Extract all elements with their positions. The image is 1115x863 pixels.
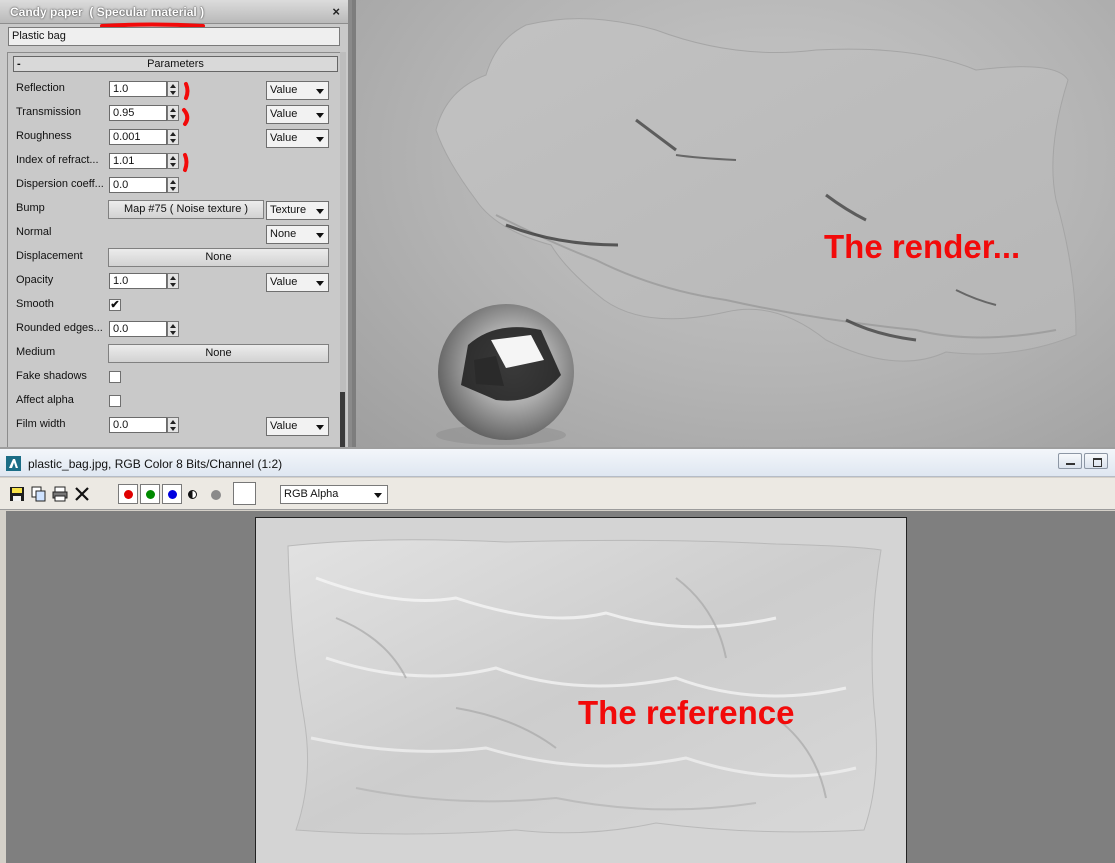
frame-buffer-title-bar[interactable]: plastic_bag.jpg, RGB Color 8 Bits/Channe… (0, 449, 1115, 477)
param-row-smooth: Smooth ✔ (16, 296, 331, 316)
blue-dot-icon (168, 490, 177, 499)
save-icon[interactable] (9, 486, 25, 502)
param-label: Normal (16, 226, 52, 238)
rollout-header[interactable]: - Parameters (13, 56, 338, 72)
param-label: Bump (16, 202, 45, 214)
print-icon[interactable] (52, 486, 68, 502)
bump-mode-select[interactable]: Texture (266, 201, 329, 220)
material-title-bar: Candy paper ( Specular material ) × (0, 0, 348, 28)
film-width-input[interactable]: 0.0 (109, 417, 167, 433)
transmission-input[interactable]: 0.95 (109, 105, 167, 121)
plastic-bag-photo (287, 539, 882, 835)
frame-buffer-canvas[interactable]: The reference (6, 511, 1115, 863)
close-icon[interactable]: × (332, 4, 340, 19)
collapse-icon[interactable]: - (17, 57, 21, 71)
roughness-input[interactable]: 0.001 (109, 129, 167, 145)
film-width-mode-select[interactable]: Value (266, 417, 329, 436)
spinner-icon[interactable] (167, 273, 179, 289)
spinner-icon[interactable] (167, 321, 179, 337)
param-label: Opacity (16, 274, 54, 286)
green-channel-toggle[interactable] (140, 484, 160, 504)
material-type-label: Candy paper (10, 5, 83, 19)
frame-buffer-toolbar: RGB Alpha (0, 478, 1115, 510)
smooth-checkbox[interactable]: ✔ (109, 299, 121, 311)
param-label: Rounded edges... (16, 322, 103, 334)
app-icon (6, 456, 21, 471)
red-channel-toggle[interactable] (118, 484, 138, 504)
copy-icon[interactable] (31, 486, 47, 502)
normal-mode-select[interactable]: None (266, 225, 329, 244)
param-label: Dispersion coeff... (16, 178, 104, 190)
opacity-input[interactable]: 1.0 (109, 273, 167, 289)
param-label: Film width (16, 418, 66, 430)
param-row-displacement: Displacement None (16, 248, 331, 268)
clear-icon[interactable] (74, 486, 90, 502)
param-row-dispersion: Dispersion coeff... 0.0 (16, 176, 331, 196)
alpha-channel-icon[interactable] (211, 490, 221, 500)
reflection-input[interactable]: 1.0 (109, 81, 167, 97)
transmission-mode-select[interactable]: Value (266, 105, 329, 124)
material-name-input[interactable]: Plastic bag (8, 27, 340, 46)
ior-input[interactable]: 1.01 (109, 153, 167, 169)
spinner-icon[interactable] (167, 417, 179, 433)
material-editor-panel: Candy paper ( Specular material ) × Plas… (0, 0, 352, 447)
fake-shadows-checkbox[interactable] (109, 371, 121, 383)
param-label: Roughness (16, 130, 72, 142)
dispersion-input[interactable]: 0.0 (109, 177, 167, 193)
channel-select[interactable]: RGB Alpha (280, 485, 388, 504)
rollout-title: Parameters (147, 58, 204, 70)
screen: Candy paper ( Specular material ) × Plas… (0, 0, 1115, 863)
render-viewport[interactable]: The render... (356, 0, 1115, 447)
blue-channel-toggle[interactable] (162, 484, 182, 504)
rounded-edges-input[interactable]: 0.0 (109, 321, 167, 337)
scrollbar[interactable] (340, 52, 346, 447)
param-row-affect-alpha: Affect alpha (16, 392, 331, 412)
scrollbar-thumb[interactable] (340, 392, 345, 447)
param-label: Affect alpha (16, 394, 74, 406)
medium-button[interactable]: None (108, 344, 329, 363)
param-row-transmission: Transmission 0.95 Value (16, 104, 331, 124)
param-row-bump: Bump Map #75 ( Noise texture ) Texture (16, 200, 331, 220)
affect-alpha-checkbox[interactable] (109, 395, 121, 407)
color-swatch[interactable] (233, 482, 256, 505)
material-title: Candy paper ( Specular material ) (10, 5, 204, 19)
render-annotation: The render... (824, 228, 1021, 265)
frame-buffer-title: plastic_bag.jpg, RGB Color 8 Bits/Channe… (28, 457, 283, 471)
monochrome-icon[interactable] (188, 490, 197, 499)
reference-annotation: The reference (578, 694, 795, 731)
param-label: Smooth (16, 298, 54, 310)
restore-icon[interactable] (1084, 453, 1108, 469)
param-label: Displacement (16, 250, 83, 262)
roughness-mode-select[interactable]: Value (266, 129, 329, 148)
param-label: Index of refract... (16, 154, 99, 166)
param-row-rounded-edges: Rounded edges... 0.0 (16, 320, 331, 340)
spinner-icon[interactable] (167, 177, 179, 193)
param-label: Reflection (16, 82, 65, 94)
render-scene (435, 18, 1077, 445)
param-row-roughness: Roughness 0.001 Value (16, 128, 331, 148)
param-label: Fake shadows (16, 370, 87, 382)
reflection-mode-select[interactable]: Value (266, 81, 329, 100)
param-row-fake-shadows: Fake shadows (16, 368, 331, 388)
frame-buffer-window: plastic_bag.jpg, RGB Color 8 Bits/Channe… (0, 447, 1115, 863)
displacement-map-button[interactable]: None (108, 248, 329, 267)
bump-map-button[interactable]: Map #75 ( Noise texture ) (108, 200, 264, 219)
red-bracket-marks (182, 82, 190, 172)
param-row-normal: Normal None (16, 224, 331, 244)
material-subtype-label: ( Specular material ) (89, 5, 205, 19)
minimize-icon[interactable] (1058, 453, 1082, 469)
green-dot-icon (146, 490, 155, 499)
reference-image: The reference (255, 517, 907, 863)
param-row-reflection: Reflection 1.0 Value (16, 80, 331, 100)
param-row-film-width: Film width 0.0 Value (16, 416, 331, 436)
red-dot-icon (124, 490, 133, 499)
param-row-opacity: Opacity 1.0 Value (16, 272, 331, 292)
param-row-ior: Index of refract... 1.01 (16, 152, 331, 172)
opacity-mode-select[interactable]: Value (266, 273, 329, 292)
param-label: Medium (16, 346, 56, 358)
param-row-medium: Medium None (16, 344, 331, 364)
param-label: Transmission (16, 106, 81, 118)
